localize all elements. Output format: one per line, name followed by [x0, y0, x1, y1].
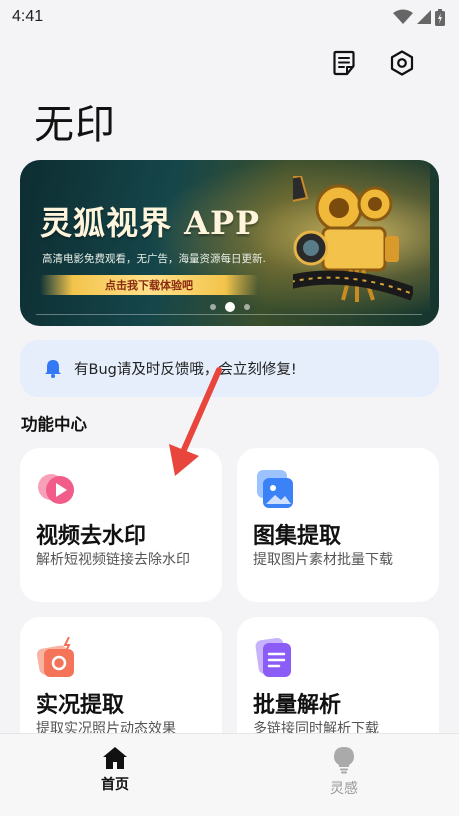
lightbulb-icon — [334, 747, 354, 774]
tab-inspiration-label: 灵感 — [330, 781, 358, 797]
carousel-dot[interactable] — [243, 304, 250, 310]
carousel-dot-active[interactable] — [224, 302, 235, 312]
tab-inspiration[interactable]: 灵感 — [304, 746, 384, 798]
status-bar: 4:41 — [0, 0, 459, 34]
document-list-icon — [255, 637, 291, 677]
signal-icon — [417, 10, 431, 24]
video-play-icon — [38, 474, 74, 504]
status-icons — [393, 8, 445, 26]
movie-camera-icon — [293, 176, 413, 302]
top-actions — [329, 46, 417, 80]
settings-button[interactable] — [387, 46, 417, 80]
feature-title: 视频去水印 — [36, 524, 147, 549]
feature-card-gallery-extract[interactable]: 图集提取 提取图片素材批量下载 — [237, 448, 439, 602]
status-time: 4:41 — [12, 8, 44, 25]
feature-title: 实况提取 — [36, 693, 125, 718]
banner-download-button[interactable]: 点击我下载体验吧 — [40, 275, 258, 295]
carousel-dot[interactable] — [209, 304, 216, 310]
page-title: 无印 — [34, 102, 116, 148]
live-photo-icon — [36, 637, 74, 677]
bell-icon — [45, 360, 61, 378]
settings-icon — [390, 50, 414, 76]
tab-home-label: 首页 — [101, 777, 129, 793]
gallery-icon — [257, 470, 293, 508]
home-icon — [103, 747, 127, 769]
notes-button[interactable] — [329, 46, 359, 80]
tab-home[interactable]: 首页 — [75, 746, 155, 794]
feature-desc: 提取图片素材批量下载 — [253, 552, 393, 568]
banner-subtext: 高清电影免费观看，无广告，海量资源每日更新. — [42, 253, 266, 265]
banner-headline: 灵狐视界 APP — [40, 204, 261, 242]
feature-title: 批量解析 — [253, 693, 342, 718]
bottom-tab-bar: 首页 灵感 — [0, 733, 459, 816]
feedback-notice[interactable]: 有Bug请及时反馈哦，会立刻修复! — [20, 340, 439, 397]
battery-icon — [435, 8, 445, 26]
promo-banner[interactable]: 灵狐视界 APP 高清电影免费观看，无广告，海量资源每日更新. 点击我下载体验吧 — [20, 160, 439, 326]
carousel-indicator[interactable] — [20, 302, 439, 312]
red-arrow-annotation — [169, 367, 222, 476]
feature-title: 图集提取 — [253, 524, 342, 549]
feature-desc: 解析短视频链接去除水印 — [36, 552, 190, 568]
wifi-icon — [393, 9, 413, 24]
section-title: 功能中心 — [21, 415, 87, 434]
banner-divider — [36, 314, 422, 315]
notes-icon — [333, 50, 355, 76]
